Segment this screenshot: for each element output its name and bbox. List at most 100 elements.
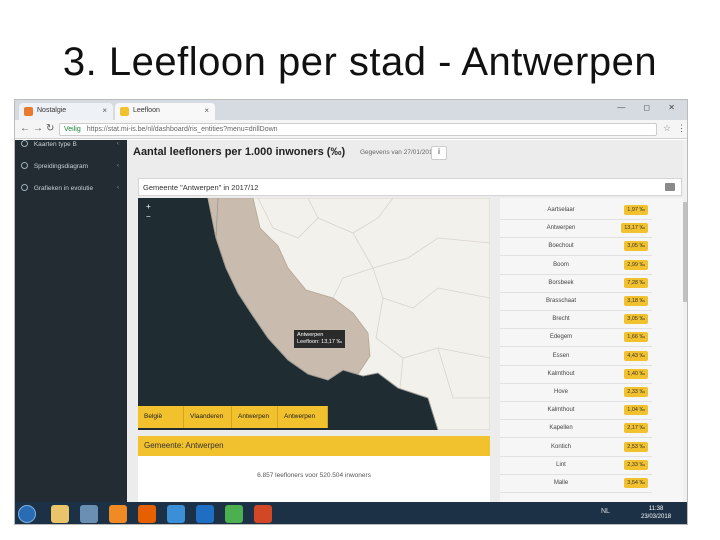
powerpoint-icon[interactable] xyxy=(254,505,272,523)
municipality-ranking-list: Aartselaar 1,97 ‰ Antwerpen 13,17 ‰ Boechout… xyxy=(500,198,687,502)
back-icon[interactable]: ← xyxy=(20,123,30,134)
ranking-value-badge: 2,53 ‰ xyxy=(624,441,648,452)
window-controls[interactable]: — ◻ ✕ xyxy=(617,103,683,112)
slide-title: 3. Leefloon per stad - Antwerpen xyxy=(62,40,658,84)
ranking-row[interactable]: Boechout 3,05 ‰ xyxy=(500,238,652,257)
url-field[interactable]: Veilig https://stat.mi-is.be/nl/dashboar… xyxy=(59,123,657,136)
ranking-row[interactable]: Malle 3,54 ‰ xyxy=(500,475,652,493)
breadcrumb-label: Vlaanderen xyxy=(190,413,224,420)
ranking-row[interactable]: Essen 4,43 ‰ xyxy=(500,348,652,366)
data-date: Gegevens van 27/01/2016 xyxy=(360,149,437,156)
choropleth-map[interactable]: + − Antwerpen Leefloon: 13,17 ‰ xyxy=(138,198,490,430)
close-tab-icon[interactable]: × xyxy=(102,106,107,115)
sidebar-item-kaarten-type-b[interactable]: Kaarten type B ‹ xyxy=(21,140,123,148)
ranking-municipality-name: Antwerpen xyxy=(546,225,576,232)
url-text: https://stat.mi-is.be/nl/dashboard/ris_e… xyxy=(86,126,278,133)
scrollbar-thumb[interactable] xyxy=(683,202,687,302)
ranking-row[interactable]: Aartselaar 1,97 ‰ xyxy=(500,202,652,220)
ranking-municipality-name: Hove xyxy=(553,389,568,395)
info-button[interactable]: i xyxy=(431,146,447,160)
ranking-row[interactable]: Antwerpen 13,17 ‰ xyxy=(500,220,652,239)
main-content: Aantal leefloners per 1.000 inwoners (‰)… xyxy=(127,140,687,502)
tooltip-name: Antwerpen xyxy=(297,332,324,338)
breadcrumb-label: Antwerpen xyxy=(284,413,316,420)
municipality-header: Gemeente "Antwerpen" in 2017/12 xyxy=(138,178,682,196)
ranking-row[interactable]: Brasschaat 3,18 ‰ xyxy=(500,293,652,311)
ranking-municipality-name: Boechout xyxy=(548,243,574,250)
ranking-value-badge: 3,05 ‰ xyxy=(624,241,648,252)
page-scrollbar[interactable] xyxy=(683,140,687,502)
browser-menu-icon[interactable]: ⋮ xyxy=(677,123,686,134)
media-player-icon[interactable] xyxy=(109,505,127,523)
ranking-row[interactable]: Kontich 2,53 ‰ xyxy=(500,439,652,457)
reload-icon[interactable]: ↻ xyxy=(46,123,54,134)
ranking-municipality-name: Kapellen xyxy=(549,425,573,432)
explorer-icon[interactable] xyxy=(51,505,69,523)
internet-explorer-icon[interactable] xyxy=(167,505,185,523)
close-tab-icon[interactable]: × xyxy=(204,106,209,115)
bookmark-star-icon[interactable]: ☆ xyxy=(663,123,671,134)
map-icon xyxy=(21,140,28,147)
ranking-row[interactable]: Kalmthout 1,40 ‰ xyxy=(500,366,652,384)
page-title: Aantal leefloners per 1.000 inwoners (‰) xyxy=(133,146,346,158)
clock-date: 23/03/2018 xyxy=(641,514,672,520)
ranking-row[interactable]: Brecht 3,05 ‰ xyxy=(500,311,652,330)
ranking-municipality-name: Kalmthout xyxy=(547,370,575,377)
ranking-municipality-name: Lint xyxy=(556,461,566,468)
ranking-municipality-name: Edegem xyxy=(549,334,573,341)
breadcrumb-belgie[interactable]: België xyxy=(138,406,184,428)
ranking-row[interactable]: Edegem 1,66 ‰ xyxy=(500,329,652,348)
sidebar: Kaarten type B ‹ Spreidingsdiagram ‹ Gra… xyxy=(15,140,127,502)
ranking-municipality-name: Kontich xyxy=(550,443,571,450)
chevron-left-icon: ‹ xyxy=(116,184,119,191)
ranking-value-badge: 2,99 ‰ xyxy=(624,259,648,270)
scatter-icon xyxy=(21,162,28,169)
outlook-icon[interactable] xyxy=(196,505,214,523)
ranking-value-badge: 3,18 ‰ xyxy=(624,296,648,306)
detail-summary: 6.857 leefloners voor 520.504 inwoners xyxy=(257,472,371,479)
ranking-value-badge: 3,05 ‰ xyxy=(624,314,648,325)
sidebar-item-label: Grafieken in evolutie xyxy=(33,185,94,192)
firefox-icon[interactable] xyxy=(138,505,156,523)
ranking-municipality-name: Malle xyxy=(553,480,569,486)
chevron-left-icon: ‹ xyxy=(116,162,119,169)
detail-panel-header: Gemeente: Antwerpen xyxy=(138,436,490,456)
tray-language[interactable]: NL xyxy=(601,508,610,515)
zoom-in-button[interactable]: + xyxy=(146,202,151,211)
ranking-value-badge: 13,17 ‰ xyxy=(621,223,648,234)
tab-nostalgie[interactable]: Nostalgie × xyxy=(19,103,113,120)
system-clock[interactable]: 11:38 23/03/2018 xyxy=(641,505,671,521)
ranking-municipality-name: Boom xyxy=(553,261,569,268)
zoom-out-button[interactable]: − xyxy=(146,212,151,221)
secure-label: Veilig xyxy=(64,126,81,133)
ranking-municipality-name: Borsbeek xyxy=(548,279,574,286)
tab-label: Nostalgie xyxy=(37,107,67,114)
ranking-value-badge: 1,04 ‰ xyxy=(624,405,648,416)
ranking-row[interactable]: Borsbeek 7,28 ‰ xyxy=(500,275,652,293)
ranking-row[interactable]: Lint 2,33 ‰ xyxy=(500,457,652,475)
start-button[interactable] xyxy=(18,505,36,523)
ranking-municipality-name: Brasschaat xyxy=(545,298,576,304)
tab-leefloon[interactable]: Leefloon × xyxy=(115,103,215,120)
breadcrumb-antwerpen-province[interactable]: Antwerpen xyxy=(232,406,278,428)
save-image-icon[interactable] xyxy=(665,183,675,191)
ranking-row[interactable]: Kapellen 2,17 ‰ xyxy=(500,420,652,439)
ranking-row[interactable]: Hove 2,33 ‰ xyxy=(500,384,652,402)
ranking-municipality-name: Kalmthout xyxy=(547,407,575,414)
ranking-value-badge: 1,66 ‰ xyxy=(624,332,648,343)
chrome-icon[interactable] xyxy=(225,505,243,523)
user-app-icon[interactable] xyxy=(80,505,98,523)
breadcrumb-antwerpen-municipality[interactable]: Antwerpen xyxy=(278,406,328,428)
map-tooltip: Antwerpen Leefloon: 13,17 ‰ xyxy=(294,330,345,348)
ranking-value-badge: 1,40 ‰ xyxy=(624,368,648,379)
browser-screenshot: Nostalgie × Leefloon × — ◻ ✕ ← → ↻ Veili… xyxy=(14,99,688,525)
detail-panel: 6.857 leefloners voor 520.504 inwoners xyxy=(138,456,490,502)
ranking-value-badge: 2,33 ‰ xyxy=(624,459,648,470)
sidebar-item-spreidingsdiagram[interactable]: Spreidingsdiagram ‹ xyxy=(21,162,123,170)
forward-icon[interactable]: → xyxy=(33,123,43,134)
ranking-municipality-name: Brecht xyxy=(552,316,570,323)
sidebar-item-grafieken-in-evolutie[interactable]: Grafieken in evolutie ‹ xyxy=(21,184,123,192)
breadcrumb-vlaanderen[interactable]: Vlaanderen xyxy=(184,406,232,428)
ranking-row[interactable]: Kalmthout 1,04 ‰ xyxy=(500,402,652,421)
ranking-row[interactable]: Boom 2,99 ‰ xyxy=(500,257,652,275)
